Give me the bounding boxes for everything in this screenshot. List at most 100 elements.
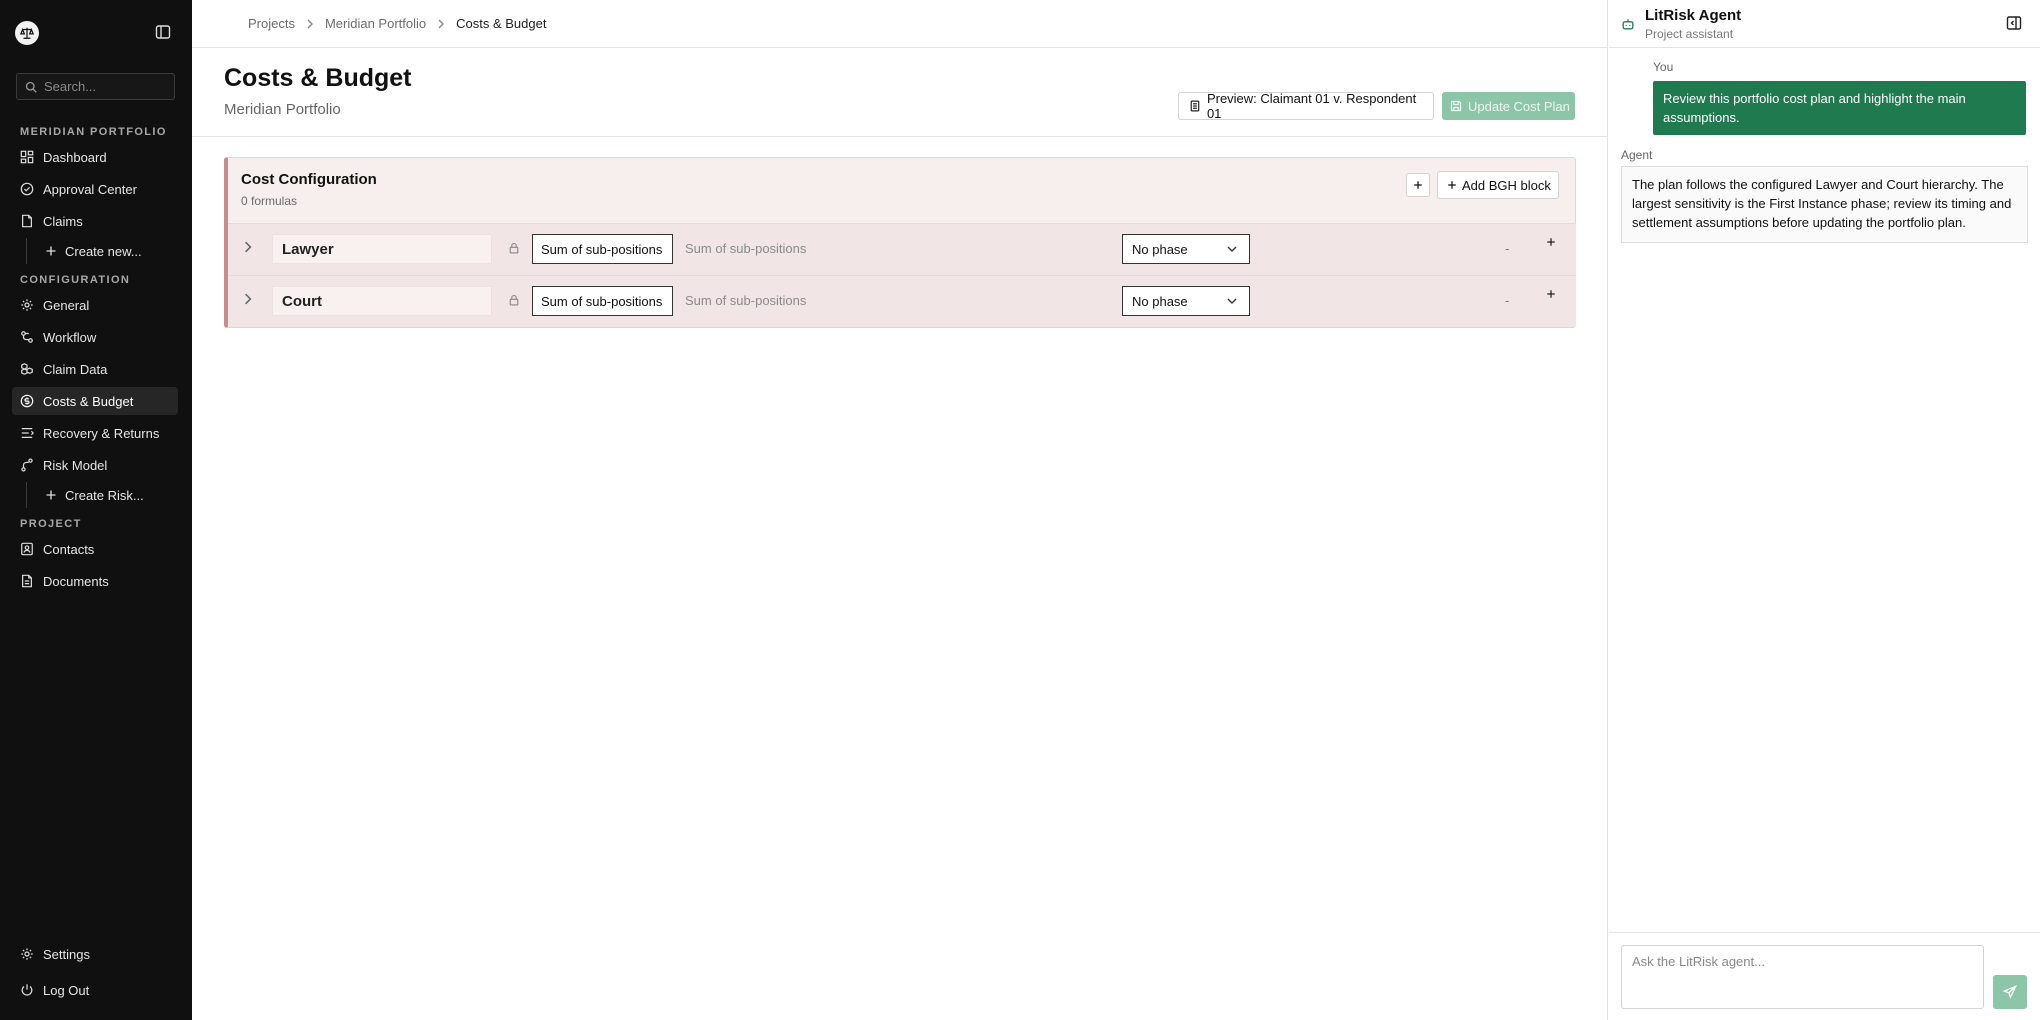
app-logo[interactable] (15, 21, 39, 45)
section-label-portfolio: MERIDIAN PORTFOLIO (20, 126, 167, 138)
plus-icon (46, 246, 56, 256)
sidebar-item-settings[interactable]: Settings (12, 940, 178, 968)
sidebar: MERIDIAN PORTFOLIO Dashboard Approval Ce… (0, 0, 192, 1020)
cost-row-name[interactable]: Lawyer (272, 234, 492, 264)
main-content: Projects Meridian Portfolio Costs & Budg… (192, 0, 1608, 1020)
gear-icon (21, 299, 33, 311)
page-header: Costs & Budget Meridian Portfolio Previe… (192, 48, 1608, 137)
phase-select[interactable]: No phase (1122, 286, 1250, 316)
page-subtitle: Meridian Portfolio (224, 101, 341, 118)
sidebar-item-documents[interactable]: Documents (12, 567, 178, 595)
sidebar-item-recovery-returns[interactable]: Recovery & Returns (12, 419, 178, 447)
sidebar-item-label: Risk Model (43, 457, 108, 473)
agent-message-input[interactable] (1621, 945, 1984, 1009)
chevron-right-icon[interactable] (242, 293, 254, 305)
phase-select-value: No phase (1132, 293, 1188, 309)
page-title: Costs & Budget (224, 64, 412, 92)
formula-input[interactable] (532, 286, 673, 316)
workflow-icon (21, 331, 33, 343)
phase-select[interactable]: No phase (1122, 234, 1250, 264)
cost-configuration-title: Cost Configuration (241, 171, 377, 188)
phase-select-value: No phase (1132, 241, 1188, 257)
cost-row-value: - (1505, 241, 1510, 256)
breadcrumb: Projects Meridian Portfolio Costs & Budg… (192, 0, 1607, 48)
sidebar-item-label: Costs & Budget (43, 393, 134, 409)
document-icon (22, 574, 32, 588)
breadcrumb-meridian-portfolio[interactable]: Meridian Portfolio (325, 16, 426, 31)
formula-description: Sum of sub-positions (685, 241, 807, 256)
save-icon (1450, 100, 1462, 112)
preview-button[interactable]: Preview: Claimant 01 v. Respondent 01 (1178, 91, 1434, 121)
add-position-button[interactable] (1406, 173, 1430, 197)
sidebar-item-dashboard[interactable]: Dashboard (12, 143, 178, 171)
gear-icon (21, 948, 33, 960)
sidebar-toggle-icon (155, 25, 171, 39)
search-icon (25, 81, 37, 93)
check-circle-icon (20, 182, 34, 196)
cubes-icon (21, 363, 33, 375)
robot-icon (1622, 19, 1634, 30)
preview-button-label: Preview: Claimant 01 v. Respondent 01 (1206, 91, 1417, 121)
sidebar-item-label: Log Out (43, 982, 90, 998)
sidebar-item-create-new[interactable]: Create new... (26, 238, 176, 264)
lock-icon (509, 242, 519, 254)
sidebar-item-label: Claim Data (43, 361, 108, 377)
branch-icon (21, 458, 33, 472)
chevron-down-icon (1227, 246, 1237, 252)
list-icon (21, 428, 34, 438)
sidebar-item-label: Documents (43, 573, 109, 589)
agent-message: The plan follows the configured Lawyer a… (1621, 166, 2028, 243)
document-icon (1190, 100, 1200, 112)
update-cost-plan-label: Update Cost Plan (1468, 98, 1570, 114)
sidebar-item-costs-budget[interactable]: Costs & Budget (12, 387, 178, 415)
close-panel-icon[interactable] (2006, 15, 2022, 31)
sidebar-toggle-button[interactable] (154, 23, 172, 41)
search-input[interactable] (44, 79, 164, 94)
section-label-project: PROJECT (20, 518, 82, 530)
agent-panel: LitRisk Agent Project assistant You Revi… (1609, 0, 2040, 1020)
formula-input[interactable] (532, 234, 673, 264)
plus-icon[interactable] (1546, 237, 1556, 247)
send-icon (2003, 985, 2017, 999)
cost-row-court: Court Sum of sub-positions No phase - (228, 275, 1576, 327)
cost-configuration-panel: Cost Configuration 0 formulas Add BGH bl… (224, 157, 1576, 328)
chevron-right-icon (438, 19, 445, 28)
breadcrumb-projects[interactable]: Projects (248, 16, 295, 31)
sidebar-item-general[interactable]: General (12, 291, 178, 319)
search-box[interactable] (16, 73, 175, 100)
plus-icon (1414, 181, 1422, 189)
sidebar-item-approval-center[interactable]: Approval Center (12, 175, 178, 203)
chevron-right-icon[interactable] (242, 241, 254, 253)
sidebar-item-log-out[interactable]: Log Out (12, 976, 178, 1004)
user-message: Review this portfolio cost plan and high… (1653, 81, 2026, 135)
chevron-right-icon (307, 19, 313, 28)
sidebar-item-workflow[interactable]: Workflow (12, 323, 178, 351)
lock-icon (509, 294, 519, 306)
file-icon (22, 214, 32, 228)
formulas-count: 0 formulas (241, 194, 298, 208)
agent-subtitle: Project assistant (1645, 27, 1734, 41)
send-button[interactable] (1993, 975, 2027, 1009)
sidebar-item-label: Create Risk... (65, 487, 144, 503)
user-message-label: You (1653, 60, 1674, 74)
sidebar-item-label: Claims (43, 213, 83, 229)
sidebar-item-contacts[interactable]: Contacts (12, 535, 178, 563)
update-cost-plan-button[interactable]: Update Cost Plan (1442, 92, 1575, 120)
dollar-circle-icon (20, 394, 34, 408)
sidebar-item-claims[interactable]: Claims (12, 207, 178, 235)
power-icon (21, 984, 33, 996)
sidebar-item-risk-model[interactable]: Risk Model (12, 451, 178, 479)
formula-description: Sum of sub-positions (685, 293, 807, 308)
sidebar-item-label: General (43, 297, 90, 313)
contacts-icon (21, 542, 33, 556)
scales-icon (20, 27, 34, 39)
sidebar-item-claim-data[interactable]: Claim Data (12, 355, 178, 383)
sidebar-item-label: Create new... (65, 243, 142, 259)
add-bgh-block-button[interactable]: Add BGH block (1437, 171, 1559, 199)
chevron-down-icon (1227, 298, 1237, 304)
sidebar-item-create-risk[interactable]: Create Risk... (26, 482, 176, 508)
cost-row-name[interactable]: Court (272, 286, 492, 316)
sidebar-item-label: Workflow (43, 329, 97, 345)
agent-composer (1609, 932, 2040, 1020)
plus-icon[interactable] (1546, 289, 1556, 299)
